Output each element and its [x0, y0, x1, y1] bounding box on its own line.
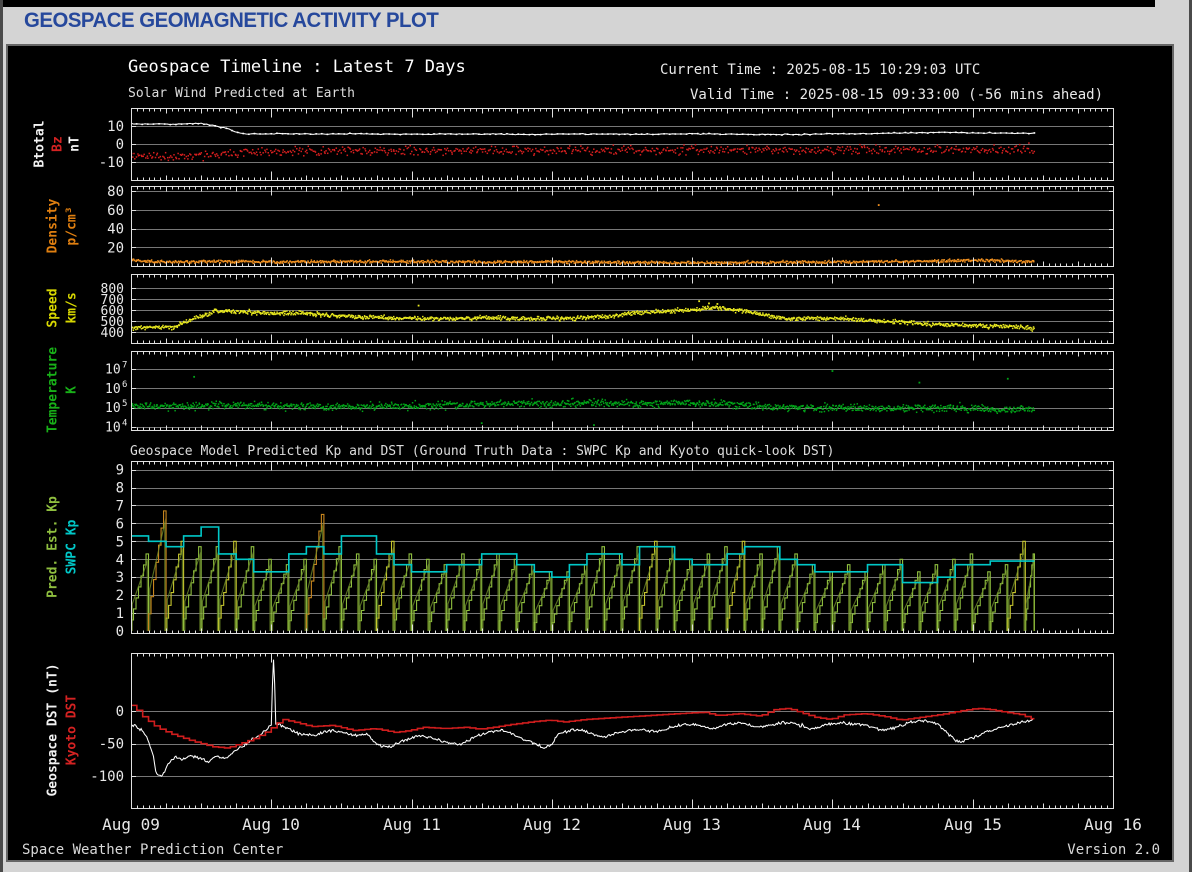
x-tick-label: Aug 16 — [1084, 815, 1142, 834]
geospace-timeline-plot: Geospace Timeline : Latest 7 Days Curren… — [6, 44, 1174, 862]
kelvin-unit-label: K — [64, 386, 80, 394]
x-tick-label: Aug 13 — [663, 815, 721, 834]
bz-axis-label: Bz — [50, 136, 66, 152]
speed-unit-label: km/s — [64, 292, 80, 324]
x-tick-label: Aug 14 — [803, 815, 861, 834]
kp-dst-section-title: Geospace Model Predicted Kp and DST (Gro… — [130, 444, 835, 459]
x-tick-label: Aug 11 — [383, 815, 441, 834]
density-axis-label: Density — [45, 198, 61, 254]
solar-wind-section-title: Solar Wind Predicted at Earth — [128, 86, 355, 101]
btotal-axis-label: Btotal — [32, 120, 48, 168]
footer-version-label: Version 2.0 — [1067, 842, 1160, 858]
window-border-left — [0, 0, 3, 872]
geospace-activity-window: GEOSPACE GEOMAGNETIC ACTIVITY PLOT Geosp… — [0, 0, 1192, 872]
pred-kp-axis-label: Pred. Est. Kp — [45, 496, 61, 598]
speed-axis-label: Speed — [45, 288, 61, 328]
valid-time-label: Valid Time : 2025-08-15 09:33:00 (-56 mi… — [690, 87, 1104, 103]
current-time-label: Current Time : 2025-08-15 10:29:03 UTC — [660, 62, 981, 78]
temperature-axis-label: Temperature — [45, 346, 61, 434]
page-title: GEOSPACE GEOMAGNETIC ACTIVITY PLOT — [24, 9, 439, 32]
x-tick-label: Aug 10 — [242, 815, 300, 834]
density-unit-label: p/cm³ — [64, 206, 80, 246]
geospace-dst-axis-label: Geospace DST (nT) — [45, 663, 61, 797]
footer-source-label: Space Weather Prediction Center — [22, 842, 284, 858]
x-tick-label: Aug 09 — [102, 815, 160, 834]
x-tick-label: Aug 12 — [523, 815, 581, 834]
top-black-bar — [3, 0, 1155, 7]
swpc-kp-axis-label: SWPC Kp — [64, 519, 80, 575]
kyoto-dst-axis-label: Kyoto DST — [64, 694, 80, 766]
x-tick-label: Aug 15 — [944, 815, 1002, 834]
nt-unit-label: nT — [67, 136, 83, 152]
plot-title: Geospace Timeline : Latest 7 Days — [128, 57, 466, 77]
